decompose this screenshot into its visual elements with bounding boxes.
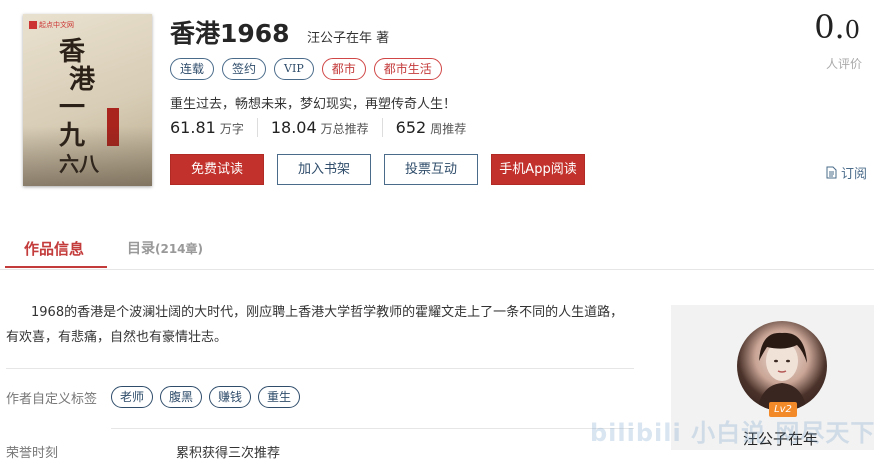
- content-tabs: 作品信息 目录(214章): [0, 232, 874, 270]
- tab-book-info[interactable]: 作品信息: [24, 238, 84, 259]
- tag-urban-life[interactable]: 都市生活: [373, 58, 442, 80]
- book-intro: 重生过去，畅想未来，梦幻现实，再塑传奇人生！: [170, 97, 457, 112]
- book-title: 香港1968: [170, 19, 290, 48]
- divider: [111, 428, 634, 429]
- author-line[interactable]: 汪公子在年 著: [307, 27, 389, 46]
- free-read-button[interactable]: 免费试读: [170, 154, 264, 185]
- subscribe-link[interactable]: 订阅: [826, 163, 867, 182]
- honor-label: 荣誉时刻: [6, 446, 59, 461]
- honor-value: 累积获得三次推荐: [176, 446, 281, 461]
- rating-score: 0.0: [814, 8, 860, 46]
- custom-tag[interactable]: 赚钱: [209, 386, 252, 408]
- document-icon: [826, 166, 837, 179]
- custom-tags: 老师 腹黑 赚钱 重生: [111, 386, 301, 408]
- tag-vip: VIP: [274, 58, 314, 80]
- add-shelf-button[interactable]: 加入书架: [277, 154, 371, 185]
- raters-label: 人评价: [825, 57, 862, 71]
- active-tab-indicator: [5, 266, 107, 268]
- avatar-portrait-icon: [757, 332, 807, 411]
- word-count: 61.81 万字: [170, 118, 258, 137]
- book-tags: 连载 签约 VIP 都市 都市生活: [170, 58, 442, 80]
- divider: [6, 368, 634, 369]
- book-stats: 61.81 万字 18.04 万总推荐 652 周推荐: [170, 118, 492, 137]
- book-description: 1968的香港是个波澜壮阔的大时代，刚应聘上香港大学哲学教师的霍耀文走上了一条不…: [6, 305, 624, 345]
- book-cover[interactable]: 起点中文网 香 港 一 九 六八: [23, 14, 152, 186]
- author-avatar[interactable]: [737, 321, 827, 411]
- action-buttons: 免费试读 加入书架 投票互动 手机App阅读: [170, 154, 585, 185]
- weekly-recommend: 652 周推荐: [395, 118, 467, 137]
- subscribe-label: 订阅: [840, 167, 867, 182]
- custom-tag[interactable]: 老师: [111, 386, 154, 408]
- tag-serializing: 连载: [170, 58, 215, 80]
- cover-brand: 起点中文网: [29, 20, 74, 30]
- watermark: bilibili 小白说 网尽天下: [590, 419, 874, 447]
- vote-button[interactable]: 投票互动: [384, 154, 478, 185]
- total-recommend: 18.04 万总推荐: [271, 118, 383, 137]
- custom-tag[interactable]: 重生: [258, 386, 301, 408]
- tag-urban[interactable]: 都市: [321, 58, 366, 80]
- custom-tag[interactable]: 腹黑: [160, 386, 203, 408]
- tab-catalog[interactable]: 目录(214章): [127, 238, 203, 258]
- tag-signed: 签约: [222, 58, 267, 80]
- app-read-button[interactable]: 手机App阅读: [491, 154, 585, 185]
- cover-mist: [23, 126, 152, 186]
- custom-tags-label: 作者自定义标签: [6, 392, 98, 407]
